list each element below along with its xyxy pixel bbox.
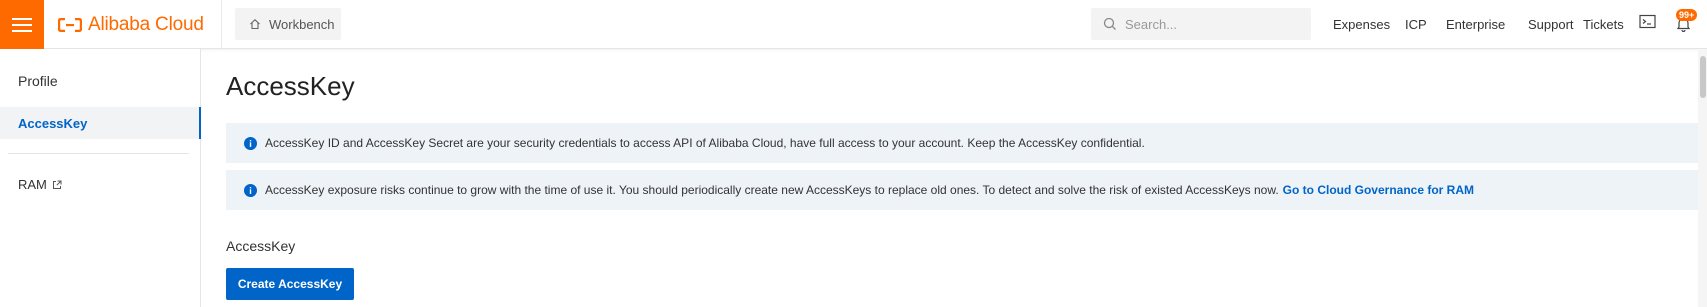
notice-text: AccessKey exposure risks continue to gro… [265,183,1279,197]
scrollbar-thumb[interactable] [1700,56,1706,98]
workbench-button[interactable]: Workbench [235,8,341,40]
alibaba-cloud-logo[interactable]: Alibaba Cloud [58,13,204,37]
nav-link-enterprise[interactable]: Enterprise [1446,0,1505,49]
logo-text: Alibaba Cloud [88,14,204,35]
section-title: AccessKey [226,238,296,254]
search-box[interactable] [1091,8,1311,40]
sidebar-item-accesskey[interactable]: AccessKey [0,107,201,139]
hamburger-icon [12,16,32,34]
sidebar-title: Profile [18,73,58,89]
page-title: AccessKey [226,71,355,101]
cloud-governance-link[interactable]: Go to Cloud Governance for RAM [1283,183,1474,197]
top-navigation-bar: Alibaba Cloud Workbench Expenses ICP Ent… [0,0,1707,49]
info-icon [244,136,257,150]
info-icon [244,183,257,197]
terminal-icon[interactable] [1639,14,1656,34]
hamburger-menu-button[interactable] [0,0,44,49]
sidebar-item-label: RAM [18,177,47,192]
header-divider [221,0,222,49]
main-content: AccessKey AccessKey ID and AccessKey Sec… [202,49,1698,307]
sidebar: Profile AccessKey RAM [0,49,201,307]
search-input[interactable] [1125,16,1295,32]
notification-badge: 99+ [1676,9,1698,21]
sidebar-item-label: AccessKey [18,115,88,131]
external-link-icon [52,180,62,189]
exposure-risk-notice: AccessKey exposure risks continue to gro… [226,170,1698,210]
nav-link-support[interactable]: Support [1528,0,1574,49]
security-notice: AccessKey ID and AccessKey Secret are yo… [226,123,1698,163]
workbench-label: Workbench [269,16,335,32]
nav-link-tickets[interactable]: Tickets [1583,0,1624,49]
create-accesskey-button[interactable]: Create AccessKey [226,268,354,300]
notice-text: AccessKey ID and AccessKey Secret are yo… [265,136,1145,150]
home-icon [250,19,260,30]
sidebar-item-ram[interactable]: RAM [18,177,62,192]
search-icon [1103,17,1116,30]
nav-link-icp[interactable]: ICP [1405,0,1427,49]
sidebar-divider [8,153,189,154]
alibaba-cloud-logo-icon [58,18,82,32]
nav-link-expenses[interactable]: Expenses [1333,0,1390,49]
